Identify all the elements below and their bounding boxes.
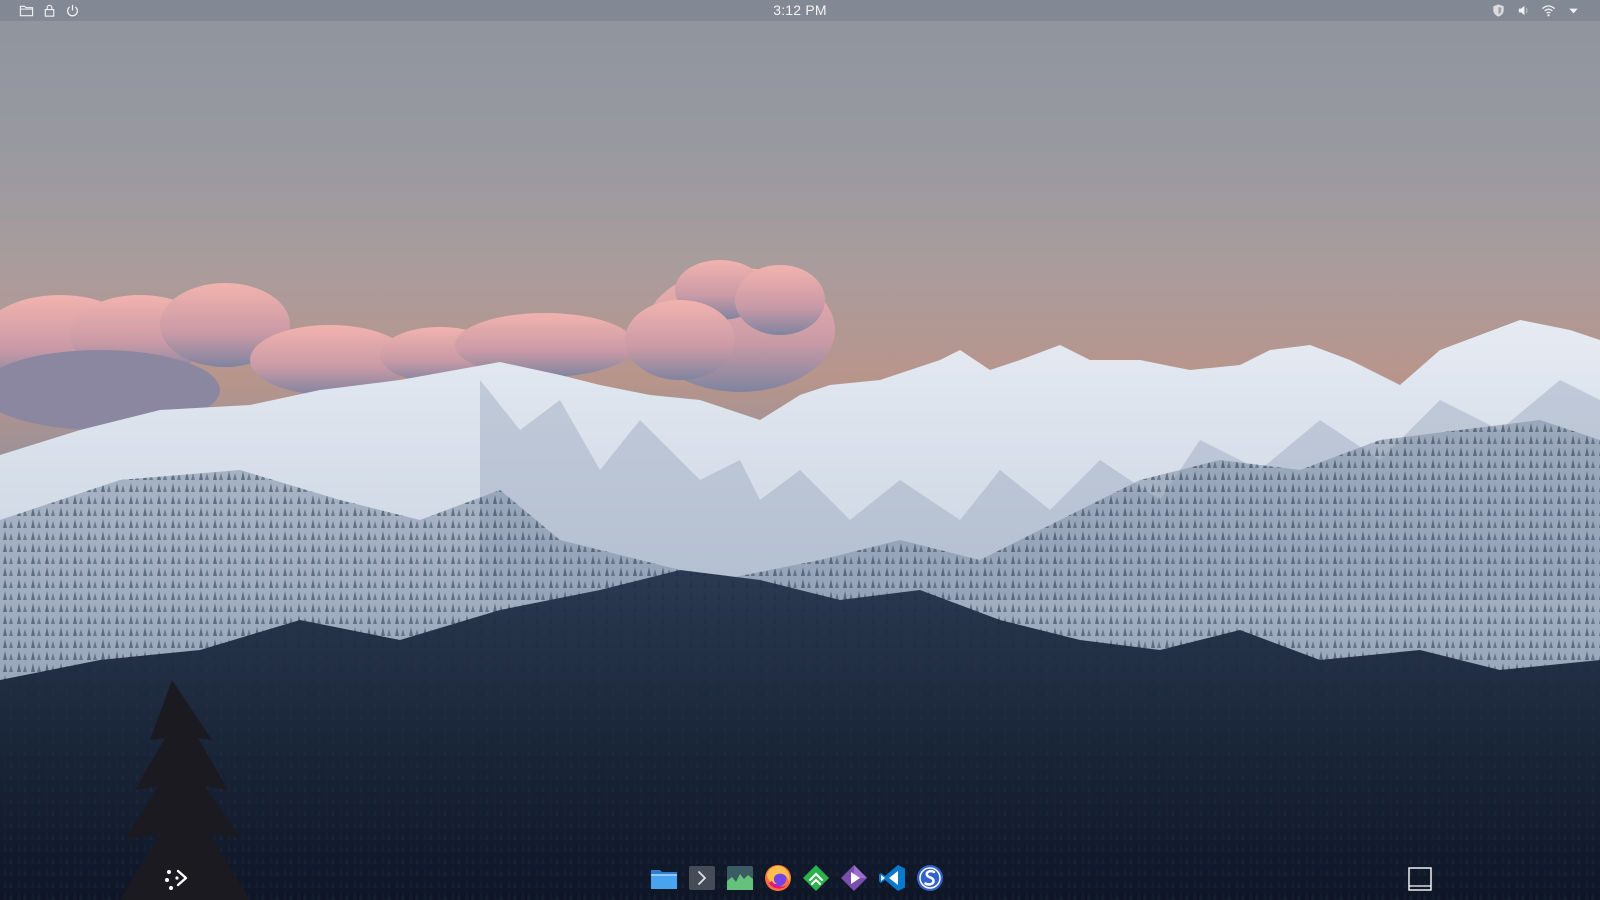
wifi-icon[interactable] — [1540, 2, 1557, 19]
terminal-icon[interactable] — [686, 862, 718, 894]
volume-icon[interactable] — [1515, 2, 1532, 19]
dock — [648, 862, 946, 894]
show-desktop-icon[interactable] — [1407, 866, 1433, 892]
diamond-play-icon[interactable] — [838, 862, 870, 894]
app-launcher-icon[interactable] — [163, 866, 191, 894]
system-monitor-icon[interactable] — [724, 862, 756, 894]
files-folder-icon[interactable] — [648, 862, 680, 894]
desktop-screen: 3:12 PM — [0, 0, 1600, 900]
desktop-wallpaper — [0, 0, 1600, 900]
top-panel: 3:12 PM — [0, 0, 1600, 21]
feedly-icon[interactable] — [800, 862, 832, 894]
panel-clock[interactable]: 3:12 PM — [0, 2, 1600, 19]
simplenote-icon[interactable] — [914, 862, 946, 894]
firefox-icon[interactable] — [762, 862, 794, 894]
shield-icon[interactable] — [1490, 2, 1507, 19]
dropdown-arrow-icon[interactable] — [1565, 2, 1582, 19]
vscode-icon[interactable] — [876, 862, 908, 894]
panel-right-group — [1490, 2, 1582, 19]
